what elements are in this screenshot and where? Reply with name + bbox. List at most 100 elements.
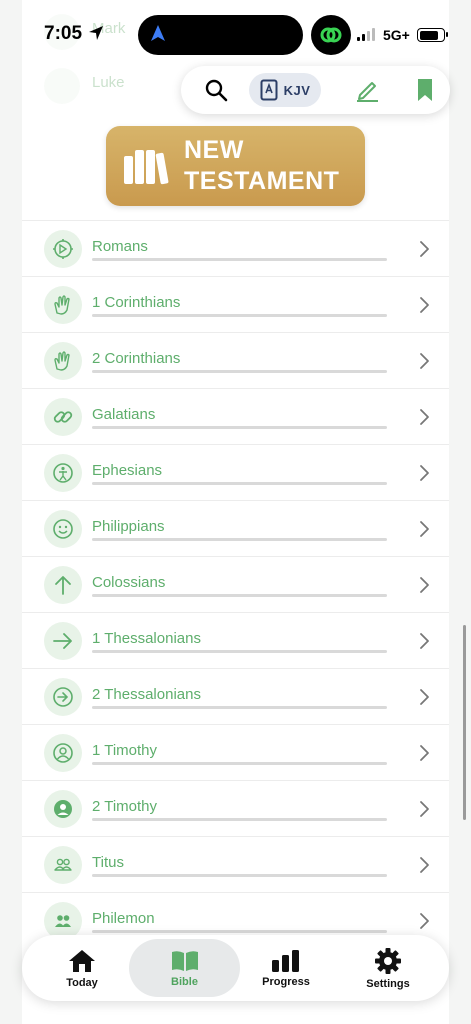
chevron-right-icon <box>420 577 429 593</box>
chevron-right-icon <box>420 913 429 929</box>
list-item[interactable]: 2 Corinthians <box>22 332 449 388</box>
chevron-right-icon <box>420 689 429 705</box>
book-name: Galatians <box>92 406 156 423</box>
book-icon-wrap <box>44 342 82 380</box>
chevron-right-icon <box>420 241 429 257</box>
search-button[interactable] <box>191 66 241 114</box>
list-item[interactable]: 1 Thessalonians <box>22 612 449 668</box>
list-item[interactable]: Colossians <box>22 556 449 612</box>
list-item[interactable]: Titus <box>22 836 449 892</box>
book-name: 2 Corinthians <box>92 350 181 367</box>
arrow-right-icon <box>53 633 72 649</box>
book-icon-wrap <box>44 398 82 436</box>
book-icon-wrap <box>44 846 82 884</box>
reading-progress-bar <box>92 538 387 541</box>
house-icon <box>69 949 95 972</box>
reading-progress-bar <box>92 482 387 485</box>
list-item[interactable]: Romans <box>22 220 449 276</box>
reading-progress-bar <box>92 426 387 429</box>
reading-progress-bar <box>92 258 387 261</box>
book-icon-wrap <box>44 510 82 548</box>
scrollbar[interactable] <box>463 625 466 820</box>
people-icon <box>54 858 72 871</box>
book-name: Titus <box>92 854 124 871</box>
chevron-right-icon <box>420 297 429 313</box>
tab-today[interactable]: Today <box>40 939 124 997</box>
version-label: KJV <box>283 82 311 98</box>
tab-settings[interactable]: Settings <box>346 939 430 997</box>
book-name: Philippians <box>92 518 165 535</box>
reading-progress-bar <box>92 762 387 765</box>
book-name: 1 Thessalonians <box>92 630 201 647</box>
tab-label: Progress <box>262 975 310 988</box>
chevron-right-icon <box>420 465 429 481</box>
book-name: Luke <box>92 74 125 91</box>
bar-chart-icon <box>272 949 299 972</box>
reading-progress-bar <box>92 370 387 373</box>
search-icon <box>205 79 228 102</box>
list-item[interactable]: 1 Timothy <box>22 724 449 780</box>
tab-bar: Today Bible Progress Settings <box>22 935 449 1001</box>
app-activity-badge <box>311 15 351 55</box>
book-name: 1 Timothy <box>92 742 158 759</box>
section-title: NEW TESTAMENT <box>184 136 340 195</box>
gear-wheel-icon <box>53 239 73 259</box>
notes-button[interactable] <box>343 66 391 114</box>
reading-progress-bar <box>92 314 387 317</box>
person-circle-icon <box>53 463 73 483</box>
tab-progress[interactable]: Progress <box>244 939 328 997</box>
user-circle-icon <box>53 743 73 763</box>
chevron-right-icon <box>420 521 429 537</box>
reading-progress-bar <box>92 874 387 877</box>
reading-progress-bar <box>92 706 387 709</box>
bookmark-icon <box>418 79 432 101</box>
book-icon-wrap <box>44 230 82 268</box>
reading-progress-bar <box>92 818 387 821</box>
book-icon-wrap <box>44 622 82 660</box>
linked-rings-icon <box>320 27 342 43</box>
list-item[interactable]: 2 Thessalonians <box>22 668 449 724</box>
tab-label: Settings <box>366 977 410 990</box>
bookmark-button[interactable] <box>401 66 449 114</box>
tab-label: Today <box>66 976 98 989</box>
book-a-icon <box>260 79 278 101</box>
hands-icon <box>54 351 70 371</box>
cellular-signal-icon <box>357 28 375 41</box>
list-item[interactable]: Ephesians <box>22 444 449 500</box>
tab-label: Bible <box>171 975 198 988</box>
book-name: Philemon <box>92 910 155 927</box>
chevron-right-icon <box>420 745 429 761</box>
list-item[interactable]: Philippians <box>22 500 449 556</box>
gear-icon <box>375 947 401 974</box>
list-item[interactable]: 2 Timothy <box>22 780 449 836</box>
book-name: 1 Corinthians <box>92 294 181 311</box>
book-name: Ephesians <box>92 462 163 479</box>
location-arrow-icon <box>89 26 103 40</box>
network-type: 5G+ <box>383 27 410 43</box>
people-filled-icon <box>55 915 71 927</box>
book-list: Romans 1 Corinthians 2 Corinthians Galatian… <box>22 220 449 948</box>
book-name: 2 Thessalonians <box>92 686 201 703</box>
stethoscope-icon <box>44 68 80 104</box>
arrow-right-circle-icon <box>53 687 73 707</box>
reading-progress-bar <box>92 930 387 933</box>
open-book-icon <box>171 950 198 971</box>
book-icon-wrap <box>44 454 82 492</box>
reading-progress-bar <box>92 594 387 597</box>
smile-icon <box>53 519 73 539</box>
book-icon-wrap <box>44 286 82 324</box>
list-item[interactable]: 1 Corinthians <box>22 276 449 332</box>
chevron-right-icon <box>420 801 429 817</box>
list-item[interactable]: Galatians <box>22 388 449 444</box>
top-toolbar: KJV <box>181 66 450 114</box>
book-icon-wrap <box>44 566 82 604</box>
chevron-right-icon <box>420 409 429 425</box>
status-bar: 7:05 5G+ <box>0 0 471 64</box>
section-header-new-testament: NEW TESTAMENT <box>106 126 365 206</box>
pencil-icon <box>357 82 378 102</box>
reading-progress-bar <box>92 650 387 653</box>
battery-icon <box>417 28 448 42</box>
tab-bible[interactable]: Bible <box>129 939 240 997</box>
chevron-right-icon <box>420 633 429 649</box>
version-selector[interactable]: KJV <box>249 73 321 107</box>
